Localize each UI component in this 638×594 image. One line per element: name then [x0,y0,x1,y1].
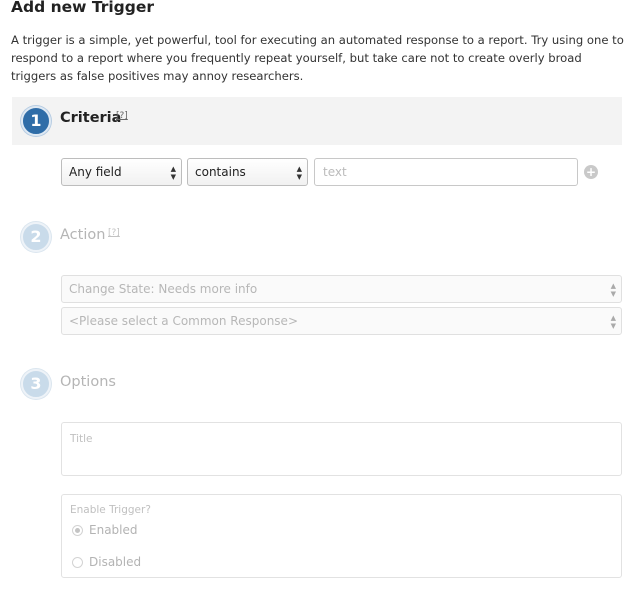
change-state-select[interactable]: Change State: Needs more info ▲ ▼ [61,275,622,303]
step-action-label: Action [60,227,106,243]
common-response-select[interactable]: <Please select a Common Response> ▲ ▼ [61,307,622,335]
select-arrows-icon: ▲ ▼ [610,282,616,298]
step-2-number: 2 [21,222,51,252]
criteria-help-link[interactable]: [?] [116,111,128,121]
select-arrows-icon: ▲ ▼ [170,165,176,181]
field-select-value: Any field [69,165,122,179]
page-description: A trigger is a simple, yet powerful, too… [11,33,624,83]
change-state-select-value: Change State: Needs more info [69,282,258,296]
title-field[interactable]: Title [61,422,622,476]
step-criteria-label: Criteria [60,110,122,126]
select-arrows-icon: ▲ ▼ [296,165,302,181]
enable-trigger-group: Enable Trigger? Enabled Disabled [61,494,622,578]
enabled-radio-label[interactable]: Enabled [89,523,138,537]
action-help-link[interactable]: [?] [108,228,120,238]
step-3-number: 3 [21,369,51,399]
criteria-text-placeholder: text [323,165,347,179]
common-response-select-value: <Please select a Common Response> [69,314,298,328]
step-options-label: Options [60,374,116,390]
add-criteria-icon[interactable]: + [584,165,598,179]
enabled-radio[interactable] [72,525,83,536]
disabled-radio[interactable] [72,557,83,568]
disabled-radio-label[interactable]: Disabled [89,555,141,569]
field-select[interactable]: Any field ▲ ▼ [61,158,182,186]
select-arrows-icon: ▲ ▼ [610,314,616,330]
page-title: Add new Trigger [11,0,155,16]
enable-trigger-label: Enable Trigger? [70,504,151,516]
title-field-label: Title [70,433,93,445]
operator-select-value: contains [195,165,246,179]
step-1-number: 1 [21,106,51,136]
criteria-text-input[interactable]: text [314,158,578,186]
operator-select[interactable]: contains ▲ ▼ [187,158,308,186]
